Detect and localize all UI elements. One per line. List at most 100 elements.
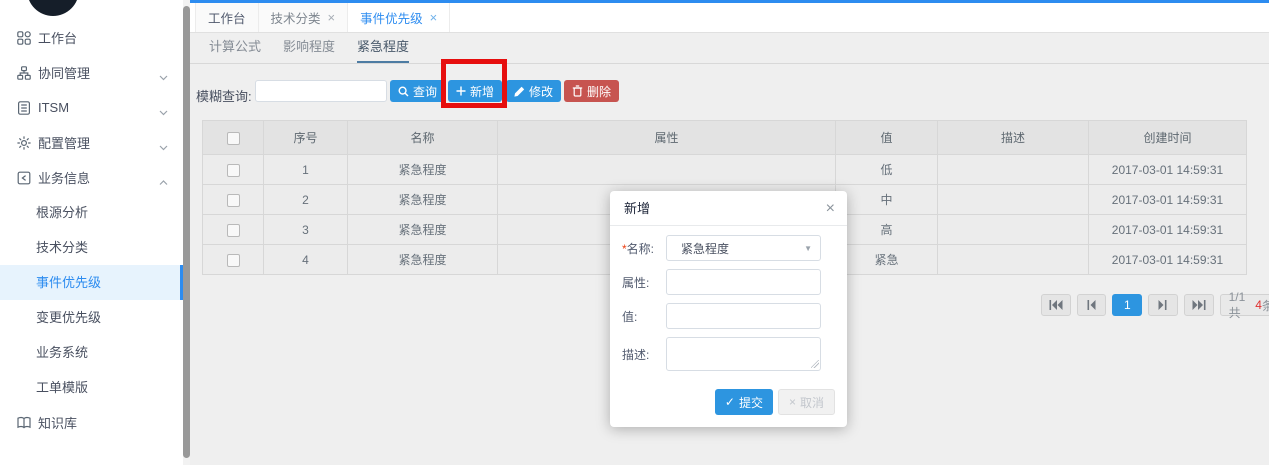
sidebar-subitem-change-priority[interactable]: 变更优先级 (0, 300, 183, 335)
trash-icon (572, 85, 583, 97)
cell-value: 高 (836, 215, 938, 245)
sidebar-item-collaboration[interactable]: 协同管理 (0, 55, 183, 90)
scrollbar-thumb[interactable] (183, 6, 190, 458)
dialog-title: 新增 (624, 201, 650, 216)
search-button[interactable]: 查询 (390, 80, 445, 102)
sidebar-item-label: 协同管理 (38, 63, 90, 82)
chevron-up-icon (159, 174, 168, 189)
sidebar-item-itsm[interactable]: ITSM (0, 90, 183, 125)
attribute-input[interactable] (666, 269, 821, 295)
name-select-value: 紧急程度 (681, 240, 729, 257)
fuzzy-query-label: 模糊查询: (196, 86, 252, 105)
sidebar-item-label: 业务信息 (38, 168, 90, 187)
page-tab-bar: 工作台 技术分类 × 事件优先级 × (190, 3, 1269, 33)
last-page-button[interactable] (1184, 294, 1214, 316)
add-button[interactable]: 新增 (448, 80, 502, 102)
close-icon[interactable]: × (328, 10, 336, 25)
add-dialog: 新增 × *名称: 紧急程度 ▼ 属性: 值: 描述: (610, 191, 847, 427)
name-select[interactable]: 紧急程度 ▼ (666, 235, 821, 261)
column-header-index: 序号 (264, 121, 348, 155)
column-header-created: 创建时间 (1089, 121, 1247, 155)
close-icon[interactable]: × (430, 10, 438, 25)
subtab-urgency-level[interactable]: 紧急程度 (357, 33, 409, 63)
close-icon[interactable]: × (826, 191, 835, 226)
x-icon: × (789, 395, 796, 409)
select-all-checkbox[interactable] (227, 132, 240, 145)
fuzzy-query-input[interactable] (255, 80, 387, 102)
sidebar-nav: 工作台 协同管理 ITSM (0, 20, 183, 440)
column-header-value: 值 (836, 121, 938, 155)
row-checkbox[interactable] (227, 254, 240, 267)
select-arrow-icon: ▼ (804, 244, 812, 253)
app-logo (27, 0, 79, 16)
chevron-down-icon (159, 104, 168, 119)
sidebar-scrollbar[interactable] (183, 0, 190, 465)
tab-label: 技术分类 (271, 8, 321, 27)
sidebar-item-label: 知识库 (38, 413, 77, 432)
prev-page-icon (1087, 300, 1096, 310)
dialog-header: 新增 × (610, 191, 847, 226)
subtab-impact-level[interactable]: 影响程度 (283, 33, 335, 63)
name-field-label: *名称: (622, 240, 666, 257)
sidebar-item-configuration[interactable]: 配置管理 (0, 125, 183, 160)
org-icon (16, 65, 31, 80)
submit-button[interactable]: ✓ 提交 (715, 389, 773, 415)
tab-workbench[interactable]: 工作台 (195, 3, 259, 32)
sidebar-subitem-incident-priority[interactable]: 事件优先级 (0, 265, 183, 300)
sidebar-item-workbench[interactable]: 工作台 (0, 20, 183, 55)
sidebar-item-business-info[interactable]: 业务信息 (0, 160, 183, 195)
sidebar-item-label: 配置管理 (38, 133, 90, 152)
tab-incident-priority[interactable]: 事件优先级 × (348, 3, 450, 32)
first-page-icon (1049, 300, 1063, 310)
search-icon (398, 86, 409, 97)
document-icon (16, 100, 31, 115)
sidebar-subitem-ticket-template[interactable]: 工单模版 (0, 370, 183, 405)
value-input[interactable] (666, 303, 821, 329)
table-row[interactable]: 1 紧急程度 低 2017-03-01 14:59:31 (203, 155, 1247, 185)
cell-description (938, 245, 1089, 275)
book-icon (16, 415, 31, 430)
tab-label: 工作台 (208, 8, 246, 27)
sidebar-subitem-root-cause[interactable]: 根源分析 (0, 195, 183, 230)
edit-button[interactable]: 修改 (506, 80, 561, 102)
pagination: 1 1/1共4条 5/页 ∨ (1041, 294, 1269, 316)
row-checkbox[interactable] (227, 164, 240, 177)
clipboard-icon (16, 170, 31, 185)
cancel-button[interactable]: × 取消 (778, 389, 835, 415)
sidebar-item-label: ITSM (38, 100, 69, 115)
gear-icon (16, 135, 31, 150)
next-page-icon (1158, 300, 1167, 310)
sidebar: 工作台 协同管理 ITSM (0, 0, 183, 465)
tab-tech-category[interactable]: 技术分类 × (259, 3, 349, 32)
pagination-info: 1/1共4条 (1220, 294, 1269, 316)
subtab-calc-formula[interactable]: 计算公式 (209, 33, 261, 63)
first-page-button[interactable] (1041, 294, 1071, 316)
cell-created: 2017-03-01 14:59:31 (1089, 245, 1247, 275)
cell-value: 低 (836, 155, 938, 185)
next-page-button[interactable] (1148, 294, 1178, 316)
cell-description (938, 155, 1089, 185)
chevron-down-icon (159, 69, 168, 84)
pencil-icon (514, 86, 525, 97)
cell-created: 2017-03-01 14:59:31 (1089, 185, 1247, 215)
cell-value: 中 (836, 185, 938, 215)
dialog-footer: ✓ 提交 × 取消 (610, 379, 847, 427)
sidebar-subitem-business-system[interactable]: 业务系统 (0, 335, 183, 370)
column-header-description: 描述 (938, 121, 1089, 155)
prev-page-button[interactable] (1077, 294, 1107, 316)
description-field-label: 描述: (622, 346, 666, 363)
cell-index: 1 (264, 155, 348, 185)
current-page-button[interactable]: 1 (1112, 294, 1142, 316)
cell-value: 紧急 (836, 245, 938, 275)
row-checkbox[interactable] (227, 224, 240, 237)
total-count: 4 (1255, 298, 1262, 312)
cell-index: 4 (264, 245, 348, 275)
cell-attribute (498, 155, 836, 185)
row-checkbox[interactable] (227, 194, 240, 207)
sidebar-item-knowledge-base[interactable]: 知识库 (0, 405, 183, 440)
description-textarea[interactable] (666, 337, 821, 371)
delete-button[interactable]: 删除 (564, 80, 619, 102)
resize-grip-icon[interactable] (811, 360, 819, 368)
check-icon: ✓ (725, 395, 735, 409)
sidebar-subitem-tech-category[interactable]: 技术分类 (0, 230, 183, 265)
